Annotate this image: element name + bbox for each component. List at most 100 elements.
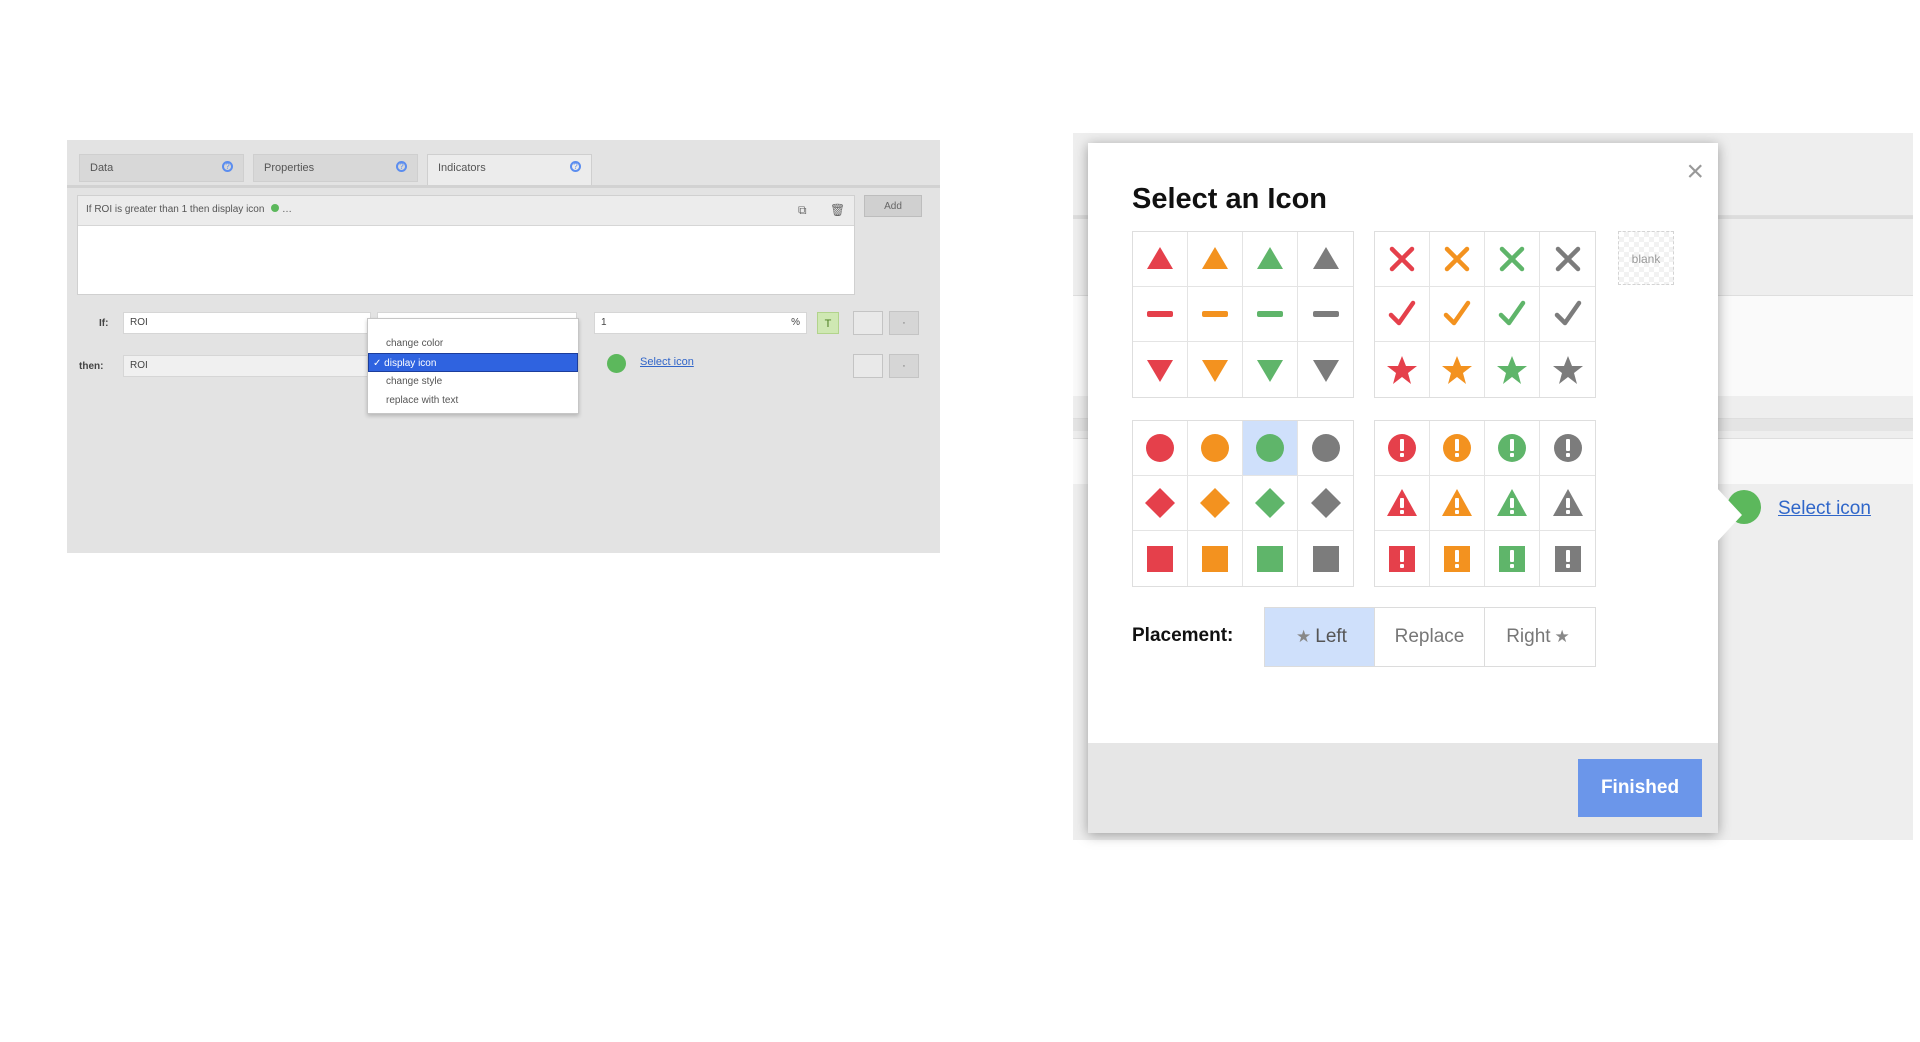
square-green-icon[interactable]	[1243, 531, 1298, 586]
dash-grey-icon[interactable]	[1298, 287, 1353, 342]
value-text: 1	[601, 317, 607, 328]
green-dot-icon	[271, 204, 280, 212]
tab-divider	[67, 185, 940, 188]
check-red-icon[interactable]	[1375, 287, 1430, 342]
diamond-red-icon[interactable]	[1133, 476, 1188, 531]
move-down-button[interactable]	[853, 354, 883, 378]
warning-triangle-red-icon[interactable]	[1375, 476, 1430, 531]
cross-grey-icon[interactable]	[1540, 232, 1595, 287]
triangle-down-green-icon[interactable]	[1243, 342, 1298, 397]
dropdown-option-selected[interactable]: ✓ display icon	[368, 353, 578, 372]
dash-red-icon[interactable]	[1133, 287, 1188, 342]
blank-icon-option[interactable]: blank	[1618, 231, 1674, 285]
tab-properties-label: Properties	[264, 162, 315, 174]
circle-grey-icon[interactable]	[1298, 421, 1353, 476]
star-green-icon[interactable]	[1485, 342, 1540, 397]
close-icon[interactable]: ×	[1686, 157, 1704, 187]
cross-red-icon[interactable]	[1375, 232, 1430, 287]
action-dropdown-menu[interactable]: change color ✓ display icon change style…	[367, 318, 579, 414]
square-red-icon[interactable]	[1133, 531, 1188, 586]
help-icon[interactable]: ?	[396, 161, 407, 172]
tab-indicators[interactable]: Indicators ?	[427, 154, 592, 188]
triangle-up-red-icon[interactable]	[1133, 232, 1188, 287]
select-icon-link[interactable]: Select icon	[640, 356, 694, 368]
remove-condition-button[interactable]: ·	[889, 311, 919, 335]
exclamation-square-green-icon[interactable]	[1485, 531, 1540, 586]
formula-icon[interactable]: T	[817, 312, 839, 334]
star-grey-icon[interactable]	[1540, 342, 1595, 397]
selected-icon-preview	[607, 354, 626, 373]
triangle-up-orange-icon[interactable]	[1188, 232, 1243, 287]
exclamation-circle-green-icon[interactable]	[1485, 421, 1540, 476]
diamond-green-icon[interactable]	[1243, 476, 1298, 531]
rule-header[interactable]: If ROI is greater than 1 then display ic…	[78, 196, 854, 226]
exclamation-circle-orange-icon[interactable]	[1430, 421, 1485, 476]
check-orange-icon[interactable]	[1430, 287, 1485, 342]
star-icon: ★	[1296, 627, 1312, 646]
circle-red-icon[interactable]	[1133, 421, 1188, 476]
indicator-editor-panel: Data ? Properties ? Indicators ? If ROI …	[67, 140, 940, 553]
icon-grid-shapes	[1132, 420, 1354, 587]
finished-button[interactable]: Finished	[1578, 759, 1702, 817]
star-orange-icon[interactable]	[1430, 342, 1485, 397]
select-icon-link[interactable]: Select icon	[1778, 498, 1871, 520]
then-field-value: ROI	[130, 360, 148, 371]
exclamation-square-red-icon[interactable]	[1375, 531, 1430, 586]
warning-triangle-green-icon[interactable]	[1485, 476, 1540, 531]
if-field-select[interactable]: ROI	[123, 312, 371, 334]
check-grey-icon[interactable]	[1540, 287, 1595, 342]
if-label: If:	[99, 318, 109, 329]
circle-orange-icon[interactable]	[1188, 421, 1243, 476]
remove-action-button[interactable]: ·	[889, 354, 919, 378]
exclamation-square-orange-icon[interactable]	[1430, 531, 1485, 586]
move-up-button[interactable]	[853, 311, 883, 335]
square-grey-icon[interactable]	[1298, 531, 1353, 586]
triangle-up-green-icon[interactable]	[1243, 232, 1298, 287]
check-green-icon[interactable]	[1485, 287, 1540, 342]
then-field-select[interactable]: ROI	[123, 355, 371, 377]
star-red-icon[interactable]	[1375, 342, 1430, 397]
help-icon[interactable]: ?	[222, 161, 233, 172]
placement-replace-label: Replace	[1394, 626, 1465, 647]
triangle-down-orange-icon[interactable]	[1188, 342, 1243, 397]
triangle-up-grey-icon[interactable]	[1298, 232, 1353, 287]
dash-orange-icon[interactable]	[1188, 287, 1243, 342]
icon-grid-alerts	[1374, 420, 1596, 587]
tab-indicators-label: Indicators	[438, 162, 486, 174]
select-icon-dialog: × Select an Icon blank Placement: ★ Left…	[1088, 143, 1742, 833]
dropdown-option[interactable]: change style	[368, 372, 578, 391]
star-icon: ★	[1554, 627, 1570, 646]
square-orange-icon[interactable]	[1188, 531, 1243, 586]
placement-right-button[interactable]: Right ★	[1485, 608, 1595, 666]
triangle-down-red-icon[interactable]	[1133, 342, 1188, 397]
cross-green-icon[interactable]	[1485, 232, 1540, 287]
placement-left-button[interactable]: ★ Left	[1265, 608, 1375, 666]
copy-icon[interactable]: ⧉	[798, 204, 809, 217]
cross-orange-icon[interactable]	[1430, 232, 1485, 287]
tab-properties[interactable]: Properties ?	[253, 154, 418, 182]
placement-label: Placement:	[1132, 625, 1234, 646]
placement-replace-button[interactable]: Replace	[1375, 608, 1485, 666]
exclamation-circle-red-icon[interactable]	[1375, 421, 1430, 476]
trash-icon[interactable]: 🗑	[830, 204, 845, 217]
add-rule-button[interactable]: Add	[864, 195, 922, 217]
help-icon[interactable]: ?	[570, 161, 581, 172]
dialog-footer: Finished	[1088, 743, 1718, 833]
exclamation-circle-grey-icon[interactable]	[1540, 421, 1595, 476]
warning-triangle-grey-icon[interactable]	[1540, 476, 1595, 531]
placement-left-label: Left	[1315, 626, 1347, 647]
diamond-orange-icon[interactable]	[1188, 476, 1243, 531]
exclamation-square-grey-icon[interactable]	[1540, 531, 1595, 586]
tab-data-label: Data	[90, 162, 114, 174]
if-field-value: ROI	[130, 317, 148, 328]
dropdown-option[interactable]: replace with text	[368, 391, 578, 410]
dash-green-icon[interactable]	[1243, 287, 1298, 342]
value-input[interactable]: 1 %	[594, 312, 807, 334]
warning-triangle-orange-icon[interactable]	[1430, 476, 1485, 531]
triangle-down-grey-icon[interactable]	[1298, 342, 1353, 397]
diamond-grey-icon[interactable]	[1298, 476, 1353, 531]
dropdown-option[interactable]: change color	[368, 334, 578, 353]
circle-green-icon[interactable]	[1243, 421, 1298, 476]
dialog-title: Select an Icon	[1132, 183, 1328, 215]
tab-data[interactable]: Data ?	[79, 154, 244, 182]
